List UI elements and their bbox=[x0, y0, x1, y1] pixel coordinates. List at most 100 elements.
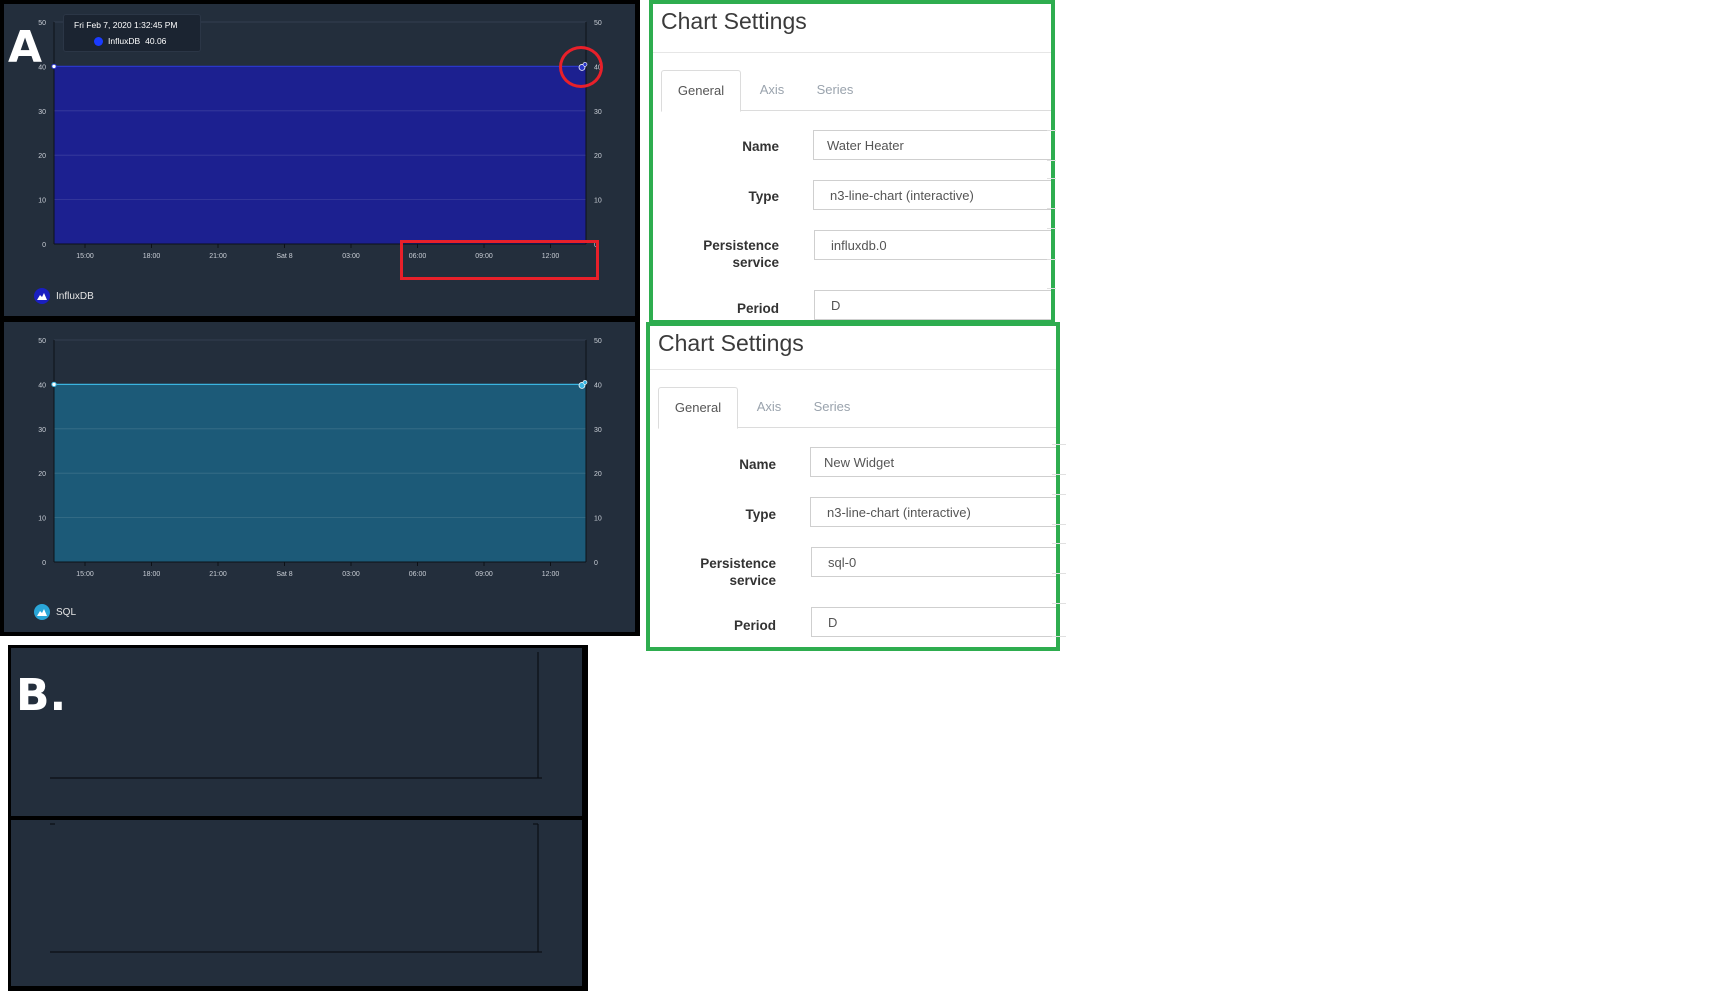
chart-sql-panel: 0 0 10 10 20 20 30 30 40 40 50 50 15:00 18:00 21:00 Sat… bbox=[4, 322, 635, 632]
tab-axis[interactable]: Axis bbox=[744, 387, 794, 427]
highlight-circle bbox=[559, 46, 603, 88]
divider bbox=[1052, 474, 1066, 475]
y-tick-label-right: 50 bbox=[594, 338, 602, 345]
persistence-service-select[interactable]: sql-0 bbox=[811, 547, 1056, 577]
empty-chart-bottom bbox=[11, 820, 582, 986]
tab-series[interactable]: Series bbox=[805, 70, 865, 110]
x-tick-label: Sat 8 bbox=[276, 253, 292, 260]
persistence-label-line-2: service bbox=[732, 255, 779, 270]
divider bbox=[1047, 228, 1056, 229]
y-tick-label: 40 bbox=[38, 382, 46, 389]
divider bbox=[1047, 259, 1056, 260]
settings-tabs: General Axis Series bbox=[658, 387, 1056, 429]
annotation-letter-b: B. bbox=[16, 670, 67, 721]
divider bbox=[1052, 444, 1066, 445]
x-tick-label: 15:00 bbox=[76, 253, 94, 260]
period-label: Period bbox=[736, 301, 779, 316]
chart-tooltip: Fri Feb 7, 2020 1:32:45 PM InfluxDB 40.0… bbox=[64, 15, 200, 51]
area-chart-icon bbox=[34, 288, 50, 304]
tooltip-value: 40.06 bbox=[145, 36, 167, 46]
y-tick-label: 10 bbox=[38, 198, 46, 205]
type-label: Type bbox=[745, 507, 776, 522]
x-tick-label: 21:00 bbox=[209, 253, 227, 260]
period-input[interactable]: D bbox=[814, 290, 1051, 320]
tooltip-time: Fri Feb 7, 2020 1:32:45 PM bbox=[74, 20, 178, 30]
tab-general[interactable]: General bbox=[658, 387, 738, 429]
y-tick-label-right: 10 bbox=[594, 198, 602, 205]
tab-axis[interactable]: Axis bbox=[747, 70, 797, 110]
x-tick-label: 03:00 bbox=[342, 571, 360, 578]
x-tick-label: 12:00 bbox=[542, 571, 560, 578]
empty-chart-top bbox=[11, 648, 582, 816]
x-tick-label: 18:00 bbox=[143, 253, 161, 260]
x-tick-label: Sat 8 bbox=[276, 571, 292, 578]
divider bbox=[653, 52, 1051, 53]
data-point-start bbox=[51, 381, 57, 388]
annotation-letter-a: A bbox=[8, 22, 43, 73]
y-tick-label-right: 30 bbox=[594, 109, 602, 116]
divider bbox=[1047, 130, 1056, 131]
panel-title: Chart Settings bbox=[661, 8, 807, 34]
area-chart-icon bbox=[34, 604, 50, 620]
y-tick-label: 10 bbox=[38, 516, 46, 523]
divider bbox=[1052, 524, 1066, 525]
persistence-label: Persistence service bbox=[660, 555, 776, 589]
x-tick-label: 06:00 bbox=[409, 571, 427, 578]
data-point-end bbox=[582, 380, 588, 385]
type-select[interactable]: n3-line-chart (interactive) bbox=[813, 180, 1051, 210]
divider bbox=[1052, 573, 1066, 574]
divider bbox=[1047, 288, 1056, 289]
legend-label: SQL bbox=[56, 606, 77, 618]
x-tick-label: 15:00 bbox=[76, 571, 94, 578]
divider bbox=[1052, 543, 1066, 544]
y-tick-label: 0 bbox=[42, 242, 46, 249]
y-tick-label: 20 bbox=[38, 471, 46, 478]
y-tick-label: 20 bbox=[38, 153, 46, 160]
y-tick-label: 0 bbox=[42, 560, 46, 567]
legend-label: InfluxDB bbox=[56, 290, 94, 302]
persistence-label: Persistence service bbox=[663, 237, 779, 271]
y-tick-label-right: 20 bbox=[594, 153, 602, 160]
highlight-rect bbox=[400, 240, 599, 280]
panel-title: Chart Settings bbox=[658, 330, 804, 356]
name-input[interactable]: New Widget bbox=[810, 447, 1056, 477]
persistence-label-line-1: Persistence bbox=[703, 238, 779, 253]
tooltip-series: InfluxDB bbox=[108, 36, 141, 46]
tab-general[interactable]: General bbox=[661, 70, 741, 112]
y-tick-label: 30 bbox=[38, 109, 46, 116]
name-label: Name bbox=[739, 457, 776, 472]
x-tick-label: 09:00 bbox=[475, 571, 493, 578]
divider bbox=[1052, 603, 1066, 604]
x-tick-label: 18:00 bbox=[143, 571, 161, 578]
tab-series[interactable]: Series bbox=[802, 387, 862, 427]
divider bbox=[1047, 208, 1056, 209]
name-label: Name bbox=[742, 139, 779, 154]
data-point-start bbox=[51, 63, 57, 70]
persistence-label-line-2: service bbox=[729, 573, 776, 588]
y-tick-label: 30 bbox=[38, 427, 46, 434]
y-tick-label-right: 20 bbox=[594, 471, 602, 478]
x-tick-label: 03:00 bbox=[342, 253, 360, 260]
y-tick-label-right: 30 bbox=[594, 427, 602, 434]
y-tick-label-right: 50 bbox=[594, 20, 602, 27]
chart-sql: 0 0 10 10 20 20 30 30 40 40 50 50 15:00 18:00 21:00 Sat… bbox=[38, 338, 602, 578]
period-input[interactable]: D bbox=[811, 607, 1056, 637]
type-select[interactable]: n3-line-chart (interactive) bbox=[810, 497, 1056, 527]
divider bbox=[650, 369, 1056, 370]
legend-influxdb[interactable]: InfluxDB bbox=[34, 288, 94, 304]
name-input[interactable]: Water Heater bbox=[813, 130, 1051, 160]
divider bbox=[1047, 178, 1056, 179]
legend-sql[interactable]: SQL bbox=[34, 604, 76, 620]
divider bbox=[1047, 160, 1056, 161]
y-tick-label: 50 bbox=[38, 338, 46, 345]
chart-settings-panel-1: Chart Settings General Axis Series Name … bbox=[649, 0, 1055, 324]
divider bbox=[1052, 494, 1066, 495]
persistence-service-select[interactable]: influxdb.0 bbox=[814, 230, 1051, 260]
series-swatch bbox=[94, 36, 103, 46]
y-tick-label-right: 40 bbox=[594, 382, 602, 389]
chart-settings-panel-2: Chart Settings General Axis Series Name … bbox=[646, 322, 1060, 651]
y-tick-label-right: 0 bbox=[594, 560, 598, 567]
settings-tabs: General Axis Series bbox=[661, 70, 1051, 112]
divider bbox=[1052, 636, 1066, 637]
x-tick-label: 21:00 bbox=[209, 571, 227, 578]
